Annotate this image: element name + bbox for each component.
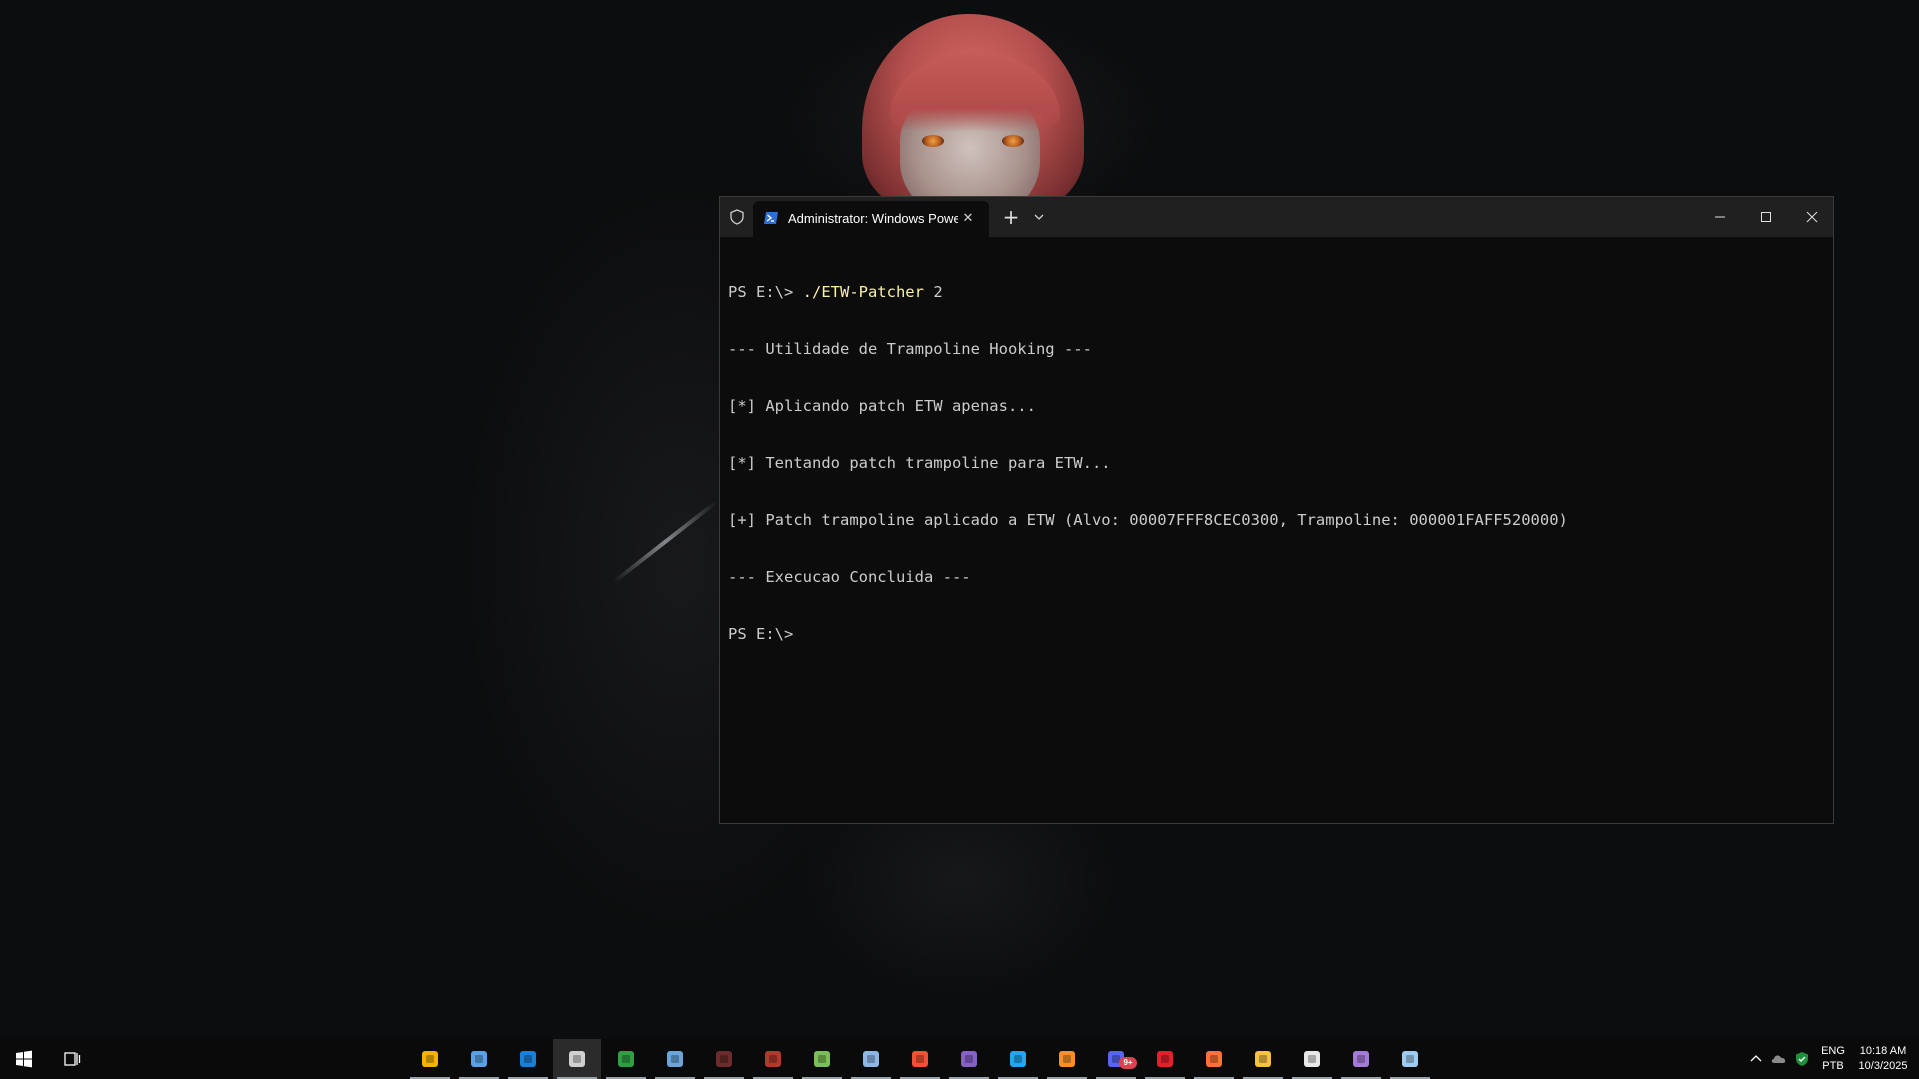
tray-language[interactable]: ENG PTB	[1818, 1039, 1848, 1079]
windows-logo-icon	[16, 1050, 32, 1068]
magnifier-app-icon	[814, 1051, 830, 1067]
console-line: --- Utilidade de Trampoline Hooking ---	[728, 340, 1092, 358]
vscode-app-icon	[1010, 1051, 1026, 1067]
admin-shield-icon	[730, 209, 744, 225]
chat-app-button[interactable]: 9+	[1092, 1039, 1140, 1079]
firefox-app-icon	[1206, 1051, 1222, 1067]
security-check-icon	[1796, 1052, 1808, 1066]
clock-date: 10/3/2025	[1858, 1060, 1908, 1072]
shield-app-button[interactable]	[504, 1039, 552, 1079]
git-app-icon	[912, 1051, 928, 1067]
tab-powershell[interactable]: Administrator: Windows Powe ✕	[753, 201, 989, 237]
visual-studio-preview-app-icon	[1353, 1051, 1369, 1067]
terminal-app-button[interactable]	[553, 1039, 601, 1079]
security-app-icon	[1304, 1051, 1320, 1067]
search-app-icon	[1059, 1051, 1075, 1067]
file-explorer-app-button[interactable]	[1239, 1039, 1287, 1079]
defender-app-icon	[863, 1051, 879, 1067]
monitor-app-button[interactable]	[651, 1039, 699, 1079]
security-app-button[interactable]	[1288, 1039, 1336, 1079]
console-line: [+] Patch trampoline aplicado a ETW (Alv…	[728, 511, 1568, 529]
search-app-button[interactable]	[1043, 1039, 1091, 1079]
linux-penguin-app-button[interactable]	[406, 1039, 454, 1079]
maximize-icon	[1761, 212, 1771, 222]
wallpaper-eye-left	[922, 135, 944, 147]
defender-app-button[interactable]	[847, 1039, 895, 1079]
console-command: ./ETW-Patcher	[802, 283, 924, 301]
visual-studio-app-icon	[961, 1051, 977, 1067]
magnifier-app-button[interactable]	[798, 1039, 846, 1079]
chevron-up-icon	[1750, 1055, 1762, 1062]
paint-app-button[interactable]	[1386, 1039, 1434, 1079]
shield-app-icon	[520, 1051, 536, 1067]
spreadsheet-app-button[interactable]	[602, 1039, 650, 1079]
language-top: ENG	[1821, 1045, 1845, 1057]
powershell-icon	[764, 212, 778, 224]
console-line: [*] Aplicando patch ETW apenas...	[728, 397, 1036, 415]
chevron-down-icon[interactable]	[1031, 209, 1047, 225]
monitor-app-icon	[667, 1051, 683, 1067]
bug-app-button[interactable]	[700, 1039, 748, 1079]
terminal-titlebar[interactable]: Administrator: Windows Powe ✕ +	[720, 197, 1833, 237]
task-view-button[interactable]	[48, 1039, 96, 1079]
wallpaper-eye-right	[1002, 135, 1024, 147]
close-button[interactable]	[1789, 197, 1835, 237]
terminal-window[interactable]: Administrator: Windows Powe ✕ + PS E:\> …	[719, 196, 1834, 824]
start-button[interactable]	[0, 1039, 48, 1079]
tray-onedrive[interactable]	[1768, 1039, 1790, 1079]
console-command-args: 2	[923, 283, 943, 301]
clock-time: 10:18 AM	[1859, 1045, 1907, 1057]
taskbar: 9+ ENG PTB 10:18 AM 10/3/2025	[0, 1039, 1919, 1079]
maximize-button[interactable]	[1743, 197, 1789, 237]
wallpaper-light-streak	[612, 500, 718, 584]
console-output[interactable]: PS E:\> ./ETW-Patcher 2 --- Utilidade de…	[728, 245, 1825, 682]
console-line: PS E:\> ./ETW-Patcher 2	[728, 283, 1825, 302]
console-prompt-line[interactable]: PS E:\>	[728, 625, 1825, 644]
minimize-button[interactable]	[1697, 197, 1743, 237]
linux-penguin-app-icon	[422, 1051, 438, 1067]
tray-security[interactable]	[1791, 1039, 1813, 1079]
vscode-app-button[interactable]	[994, 1039, 1042, 1079]
language-bottom: PTB	[1822, 1060, 1844, 1072]
notepad-app-icon	[471, 1051, 487, 1067]
paint-app-icon	[1402, 1051, 1418, 1067]
notepad-app-button[interactable]	[455, 1039, 503, 1079]
cloud-icon	[1771, 1055, 1786, 1063]
tab-title: Administrator: Windows Powe	[788, 211, 958, 226]
notification-badge: 9+	[1119, 1057, 1137, 1069]
git-app-button[interactable]	[896, 1039, 944, 1079]
opera-app-button[interactable]	[1141, 1039, 1189, 1079]
visual-studio-app-button[interactable]	[945, 1039, 993, 1079]
tray-chevron[interactable]	[1745, 1039, 1769, 1079]
character-app-icon	[765, 1051, 781, 1067]
console-line: [*] Tentando patch trampoline para ETW..…	[728, 454, 1111, 472]
tray-clock[interactable]: 10:18 AM 10/3/2025	[1852, 1039, 1914, 1079]
character-app-button[interactable]	[749, 1039, 797, 1079]
file-explorer-app-icon	[1255, 1051, 1271, 1067]
terminal-app-icon	[569, 1051, 585, 1067]
firefox-app-button[interactable]	[1190, 1039, 1238, 1079]
task-view-icon	[64, 1052, 81, 1066]
minimize-icon	[1715, 216, 1725, 218]
opera-app-icon	[1157, 1051, 1173, 1067]
console-line: --- Execucao Concluida ---	[728, 568, 971, 586]
close-icon	[1806, 211, 1818, 223]
console-prompt: PS E:\>	[728, 283, 803, 301]
new-tab-icon[interactable]: +	[1000, 207, 1022, 229]
spreadsheet-app-icon	[618, 1051, 634, 1067]
tab-close-icon[interactable]: ✕	[959, 210, 977, 228]
bug-app-icon	[716, 1051, 732, 1067]
visual-studio-preview-app-button[interactable]	[1337, 1039, 1385, 1079]
